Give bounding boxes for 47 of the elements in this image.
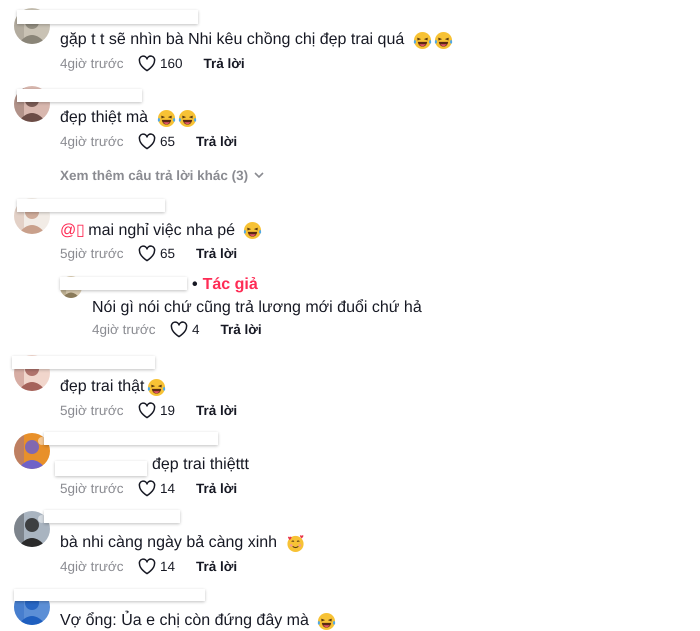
laughing-emoji-icon	[317, 612, 336, 630]
comment-text: Vợ ổng: Ủa e chị còn đứng đây mà	[60, 612, 309, 630]
like-count: 4	[192, 322, 200, 338]
comment-time: 5giờ trước	[60, 480, 125, 496]
separator-dot: •	[192, 276, 198, 294]
reply-link[interactable]: Trả lời	[220, 322, 262, 338]
reply-link[interactable]: Trả lời	[196, 134, 238, 148]
comment-time: 5giờ trước	[60, 246, 125, 260]
like-count: 19	[160, 402, 176, 418]
laughing-emoji-icon	[156, 108, 176, 128]
comment-text: đẹp trai thiệttt	[152, 456, 249, 474]
laughing-emoji-icon	[412, 30, 432, 50]
comment-time: 4giờ trước	[92, 322, 157, 338]
heart-icon[interactable]	[138, 244, 156, 262]
like-count: 14	[160, 480, 176, 496]
comment-time: 4giờ trước	[60, 56, 125, 70]
comment-text: gặp t t sẽ nhìn bà Nhi kêu chồng chị đẹp trai quá	[60, 31, 404, 49]
reply-link[interactable]: Trả lời	[196, 480, 238, 496]
heart-icon[interactable]	[138, 558, 156, 574]
comment-text: đẹp trai thật	[60, 378, 144, 396]
like-count: 65	[160, 134, 176, 148]
laughing-emoji-icon	[434, 30, 453, 50]
like-count: 65	[160, 246, 176, 260]
like-count: 14	[160, 558, 176, 574]
heart-icon[interactable]	[138, 480, 156, 496]
smiling-hearts-emoji-icon	[286, 534, 305, 552]
comment-text: Nói gì nói chứ cũng trả lương mới đuổi chứ hả	[92, 298, 422, 317]
comment-time: 4giờ trước	[60, 134, 125, 148]
reply-link[interactable]: Trả lời	[196, 246, 238, 260]
reply-link[interactable]: Trả lời	[204, 56, 245, 70]
comment-time: 5giờ trước	[60, 402, 125, 418]
comment-time: 4giờ trước	[60, 558, 125, 574]
comment-text: bà nhi càng ngày bả càng xinh	[60, 534, 278, 552]
chevron-down-icon[interactable]	[254, 172, 264, 178]
heart-icon[interactable]	[138, 54, 156, 72]
laughing-emoji-icon	[243, 220, 262, 240]
laughing-emoji-icon	[146, 378, 166, 396]
comment-text: @▯ mai nghỉ việc nha pé	[60, 221, 236, 240]
comment-text: đẹp thiệt mà	[60, 109, 148, 127]
like-count: 160	[160, 56, 183, 70]
laughing-emoji-icon	[178, 108, 197, 128]
reply-link[interactable]: Trả lời	[196, 558, 238, 574]
heart-icon[interactable]	[170, 321, 188, 338]
heart-icon[interactable]	[138, 132, 156, 150]
author-label: Tác giả	[202, 276, 258, 294]
reply-link[interactable]: Trả lời	[196, 402, 238, 418]
heart-icon[interactable]	[138, 402, 156, 418]
